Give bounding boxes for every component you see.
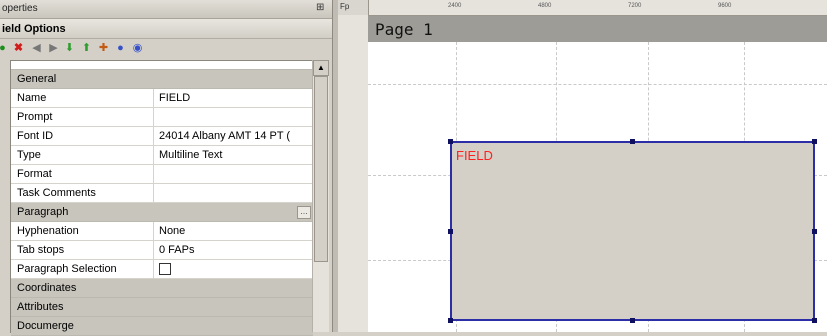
ruler-corner-label: Fp: [340, 2, 350, 11]
property-label: Type: [11, 146, 154, 164]
property-label: Paragraph Selection: [11, 260, 154, 278]
pin-icon[interactable]: ⊞: [316, 2, 328, 14]
property-row-hyphenation[interactable]: Hyphenation None: [11, 222, 313, 241]
property-row-paragraph-selection[interactable]: Paragraph Selection: [11, 260, 313, 279]
property-value[interactable]: [155, 108, 313, 126]
property-row-prompt[interactable]: Prompt: [11, 108, 313, 127]
resize-handle[interactable]: [812, 318, 817, 323]
ellipsis-button[interactable]: …: [297, 206, 311, 219]
category-general[interactable]: General: [11, 70, 313, 89]
category-paragraph[interactable]: Paragraph …: [11, 203, 313, 222]
category-label: Documerge: [17, 320, 74, 332]
property-row-format[interactable]: Format: [11, 165, 313, 184]
property-label: Hyphenation: [11, 222, 154, 240]
property-value[interactable]: FIELD: [155, 89, 313, 107]
prev-icon[interactable]: ◀: [30, 42, 43, 55]
property-label: Prompt: [11, 108, 154, 126]
property-grid: General Name FIELD Prompt Font ID 24014 …: [10, 60, 313, 336]
refresh-icon[interactable]: ●: [0, 42, 9, 55]
property-value[interactable]: 0 FAPs: [155, 241, 313, 259]
property-row-task-comments[interactable]: Task Comments: [11, 184, 313, 203]
field-object[interactable]: FIELD: [450, 141, 815, 321]
properties-title: operties: [2, 3, 38, 14]
resize-handle[interactable]: [812, 229, 817, 234]
property-label: Format: [11, 165, 154, 183]
property-value[interactable]: 24014 Albany AMT 14 PT (: [155, 127, 313, 145]
property-grid-scrollbar[interactable]: ▲: [312, 60, 329, 332]
paragraph-selection-checkbox[interactable]: [159, 263, 171, 275]
resize-handle[interactable]: [630, 139, 635, 144]
property-value[interactable]: Multiline Text: [155, 146, 313, 164]
resize-handle[interactable]: [448, 139, 453, 144]
properties-titlebar: operties ⊞: [0, 0, 332, 19]
properties-panel: operties ⊞ ield Options ● ✖ ◀ ▶ ⬇ ⬆ ✚ ● …: [0, 0, 332, 336]
properties-toolbar: ● ✖ ◀ ▶ ⬇ ⬆ ✚ ● ◉: [0, 39, 332, 59]
resize-handle[interactable]: [448, 229, 453, 234]
category-documerge[interactable]: Documerge: [11, 317, 313, 336]
ruler-tick-label: 2400: [448, 3, 462, 9]
info-icon[interactable]: ●: [114, 42, 127, 55]
category-label: Paragraph: [17, 206, 69, 218]
property-label: Tab stops: [11, 241, 154, 259]
resize-handle[interactable]: [630, 318, 635, 323]
property-value[interactable]: [155, 165, 313, 183]
field-options-header: ield Options: [0, 19, 332, 39]
property-value[interactable]: None: [155, 222, 313, 240]
property-row-type[interactable]: Type Multiline Text: [11, 146, 313, 165]
horizontal-ruler: Fp 2400 4800 7200 9600: [338, 0, 827, 16]
page-canvas[interactable]: FIELD: [368, 42, 827, 332]
field-options-label: ield Options: [2, 23, 66, 35]
category-attributes[interactable]: Attributes: [11, 298, 313, 317]
ruler-tick-label: 7200: [628, 3, 642, 9]
property-label: Font ID: [11, 127, 154, 145]
move-down-icon[interactable]: ⬇: [63, 42, 76, 55]
page-editor: Fp 2400 4800 7200 9600 Page 1 FIELD: [338, 0, 827, 332]
property-row-name[interactable]: Name FIELD: [11, 89, 313, 108]
scrollbar-thumb[interactable]: [314, 76, 328, 262]
resize-handle[interactable]: [448, 318, 453, 323]
move-up-icon[interactable]: ⬆: [80, 42, 93, 55]
category-label: Attributes: [17, 301, 64, 313]
category-coordinates[interactable]: Coordinates: [11, 279, 313, 298]
scroll-up-icon[interactable]: ▲: [313, 60, 329, 76]
property-value[interactable]: [155, 184, 313, 202]
property-row-tab-stops[interactable]: Tab stops 0 FAPs: [11, 241, 313, 260]
field-object-label: FIELD: [456, 148, 493, 163]
page-title: Page 1: [375, 20, 433, 39]
page-header: Page 1: [368, 16, 827, 42]
ruler-tick-label: 9600: [718, 3, 732, 9]
ruler-corner: Fp: [338, 0, 369, 15]
ruler-tick-label: 4800: [538, 3, 552, 9]
property-label: Name: [11, 89, 154, 107]
delete-icon[interactable]: ✖: [12, 42, 25, 55]
vertical-ruler: [338, 15, 369, 332]
help-icon[interactable]: ◉: [131, 42, 144, 55]
property-label: Task Comments: [11, 184, 154, 202]
property-row-font-id[interactable]: Font ID 24014 Albany AMT 14 PT (: [11, 127, 313, 146]
category-label: General: [17, 73, 57, 85]
grid-top-spacer: [11, 61, 313, 70]
accept-icon[interactable]: ✚: [97, 42, 110, 55]
resize-handle[interactable]: [812, 139, 817, 144]
grid-line: [368, 84, 827, 85]
category-label: Coordinates: [17, 282, 77, 294]
next-icon[interactable]: ▶: [47, 42, 60, 55]
